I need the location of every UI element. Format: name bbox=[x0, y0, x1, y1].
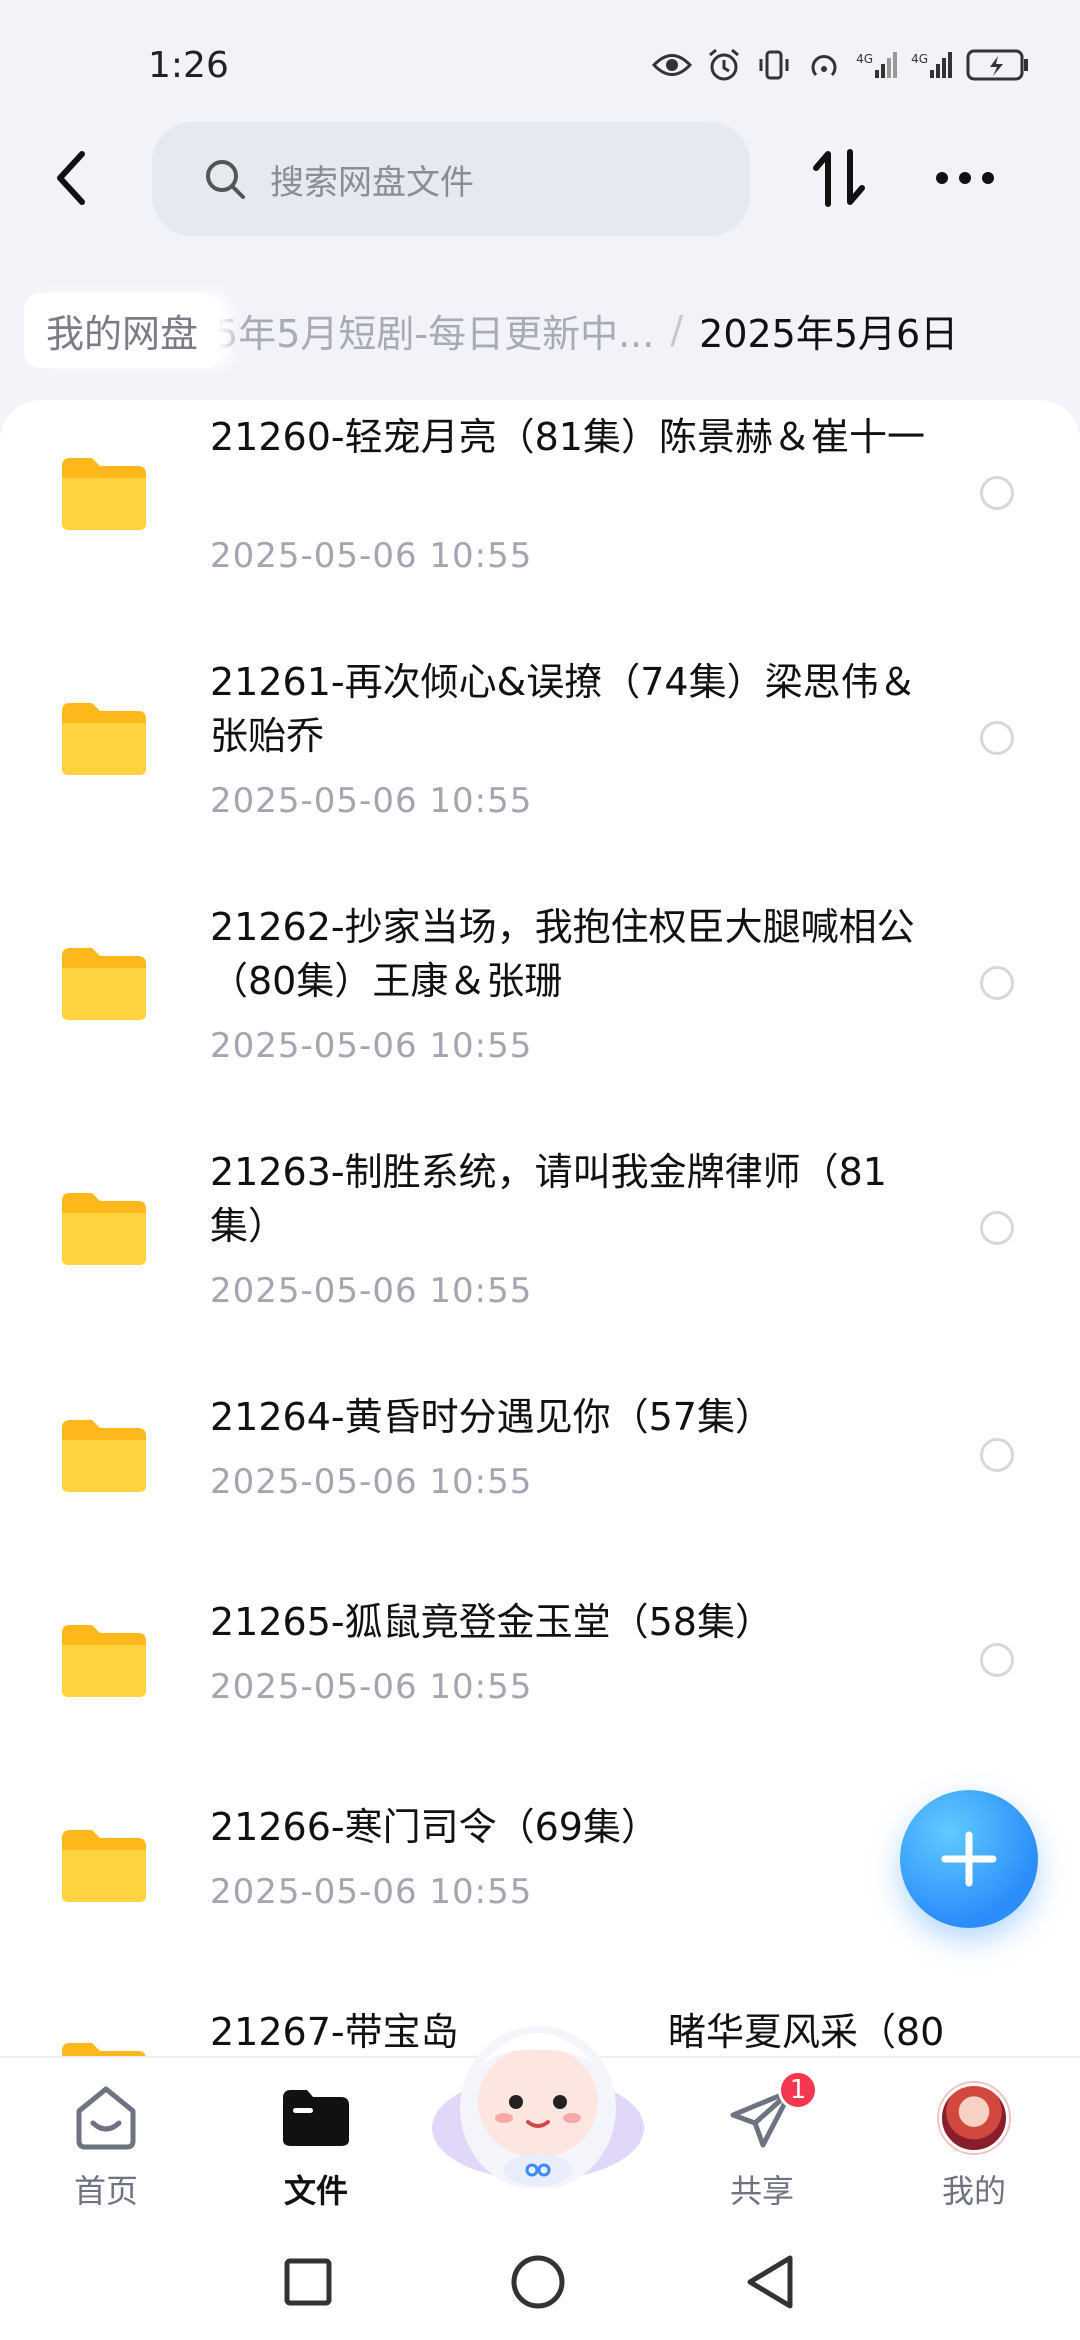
select-radio[interactable] bbox=[980, 721, 1014, 755]
add-button[interactable] bbox=[900, 1790, 1038, 1928]
folder-icon bbox=[62, 2043, 146, 2056]
file-date: 2025-05-06 10:55 bbox=[210, 536, 533, 576]
select-radio[interactable] bbox=[980, 966, 1014, 1000]
folder-icon bbox=[62, 1420, 146, 1492]
folder-icon bbox=[62, 948, 146, 1020]
file-row[interactable]: 21262-抄家当场，我抱住权臣大腿喊相公（80集）王康＆张珊 2025-05-… bbox=[0, 890, 1080, 1135]
home-system-button[interactable] bbox=[508, 2252, 568, 2312]
nav-home[interactable]: 首页 bbox=[36, 2078, 176, 2218]
network-label: 4G bbox=[856, 52, 874, 66]
system-nav-bar bbox=[0, 2226, 1080, 2340]
signal-4g-icon: 4G bbox=[911, 52, 952, 78]
status-icons: 4G 4G bbox=[652, 47, 1030, 83]
search-input[interactable]: 搜索网盘文件 bbox=[152, 122, 750, 236]
square-icon bbox=[284, 2258, 332, 2306]
select-radio[interactable] bbox=[980, 1438, 1014, 1472]
file-list: 21260-轻宠月亮（81集）陈景赫＆崔十一 2025-05-06 10:55 … bbox=[0, 400, 1080, 2056]
network-label: 4G bbox=[911, 52, 928, 66]
back-button[interactable] bbox=[40, 146, 100, 210]
top-bar: 搜索网盘文件 bbox=[0, 118, 1080, 238]
file-name: 21266-寒门司令（69集） bbox=[210, 1805, 659, 1849]
hotspot-icon bbox=[811, 55, 837, 77]
more-button[interactable] bbox=[930, 146, 1000, 210]
select-radio[interactable] bbox=[980, 1211, 1014, 1245]
share-badge: 1 bbox=[778, 2070, 818, 2110]
home-icon bbox=[76, 2086, 136, 2150]
nav-files[interactable]: 文件 bbox=[246, 2078, 386, 2218]
avatar bbox=[939, 2083, 1009, 2153]
select-radio[interactable] bbox=[980, 476, 1014, 510]
alarm-icon bbox=[709, 48, 740, 81]
file-date: 2025-05-06 10:55 bbox=[210, 1462, 533, 1502]
mascot-icon bbox=[432, 2026, 644, 2190]
folder-icon bbox=[62, 1830, 146, 1902]
file-name: 21260-轻宠月亮（81集）陈景赫＆崔十一 bbox=[210, 415, 925, 459]
more-dots-icon bbox=[936, 172, 994, 184]
file-row[interactable]: 21265-狐鼠竟登金玉堂（58集） 2025-05-06 10:55 bbox=[0, 1585, 1080, 1785]
file-name: 21262-抄家当场，我抱住权臣大腿喊相公（80集）王康＆张珊 bbox=[210, 905, 915, 1003]
folder-icon bbox=[62, 1625, 146, 1697]
file-date: 2025-05-06 10:55 bbox=[210, 781, 533, 821]
back-system-button[interactable] bbox=[740, 2252, 800, 2312]
recent-apps-button[interactable] bbox=[278, 2252, 338, 2312]
file-date: 2025-05-06 10:55 bbox=[210, 1872, 533, 1912]
file-name: 21261-再次倾心&误撩（74集）梁思伟＆张贻乔 bbox=[210, 660, 917, 758]
file-date: 2025-05-06 10:55 bbox=[210, 1271, 533, 1311]
search-icon bbox=[206, 160, 245, 199]
nav-files-label: 文件 bbox=[283, 2172, 348, 2210]
file-date: 2025-05-06 10:55 bbox=[210, 1026, 533, 1066]
file-name: 21263-制胜系统，请叫我金牌律师（81集） bbox=[210, 1150, 887, 1248]
mascot-ai-button[interactable] bbox=[428, 1998, 648, 2190]
file-row[interactable]: 21263-制胜系统，请叫我金牌律师（81集） 2025-05-06 10:55 bbox=[0, 1135, 1080, 1380]
search-placeholder: 搜索网盘文件 bbox=[270, 162, 474, 203]
file-row[interactable]: 21260-轻宠月亮（81集）陈景赫＆崔十一 2025-05-06 10:55 bbox=[0, 400, 1080, 645]
file-name: 21264-黄昏时分遇见你（57集） bbox=[210, 1395, 773, 1439]
nav-share[interactable]: 1 共享 bbox=[692, 2070, 832, 2218]
triangle-back-icon bbox=[747, 2255, 793, 2309]
sort-icon bbox=[813, 149, 865, 207]
nav-mine[interactable]: 我的 bbox=[904, 2078, 1044, 2218]
circle-icon bbox=[511, 2255, 565, 2309]
breadcrumb: 我的网盘 5年5月短剧-每日更新中... / 2025年5月6日 bbox=[24, 290, 1064, 370]
sort-button[interactable] bbox=[808, 146, 872, 210]
eye-icon bbox=[652, 54, 693, 76]
breadcrumb-separator: / bbox=[670, 308, 684, 352]
file-name-tail: 睹华夏风采（80 bbox=[668, 2010, 945, 2054]
nav-mine-label: 我的 bbox=[941, 2172, 1006, 2210]
plus-icon bbox=[941, 1831, 997, 1887]
folder-filled-icon bbox=[283, 2090, 349, 2146]
battery-charging-icon bbox=[966, 49, 1028, 81]
breadcrumb-parent[interactable]: 5年5月短剧-每日更新中... bbox=[214, 303, 654, 358]
file-date: 2025-05-06 10:55 bbox=[210, 1667, 533, 1707]
signal-4g-icon: 4G bbox=[856, 52, 898, 78]
folder-icon bbox=[62, 458, 146, 530]
status-bar: 1:26 4G 4G bbox=[0, 0, 1080, 130]
folder-icon bbox=[62, 703, 146, 775]
select-radio[interactable] bbox=[980, 1643, 1014, 1677]
nav-share-label: 共享 bbox=[729, 2172, 794, 2210]
file-name: 21265-狐鼠竟登金玉堂（58集） bbox=[210, 1600, 773, 1644]
folder-icon bbox=[62, 1193, 146, 1265]
breadcrumb-current: 2025年5月6日 bbox=[699, 311, 959, 356]
file-row[interactable]: 21264-黄昏时分遇见你（57集） 2025-05-06 10:55 bbox=[0, 1380, 1080, 1580]
vibrate-icon bbox=[759, 50, 789, 80]
breadcrumb-root[interactable]: 我的网盘 bbox=[24, 292, 221, 368]
status-time: 1:26 bbox=[148, 44, 229, 86]
file-row[interactable]: 21261-再次倾心&误撩（74集）梁思伟＆张贻乔 2025-05-06 10:… bbox=[0, 645, 1080, 890]
back-arrow-icon bbox=[57, 151, 85, 205]
nav-home-label: 首页 bbox=[73, 2172, 138, 2210]
